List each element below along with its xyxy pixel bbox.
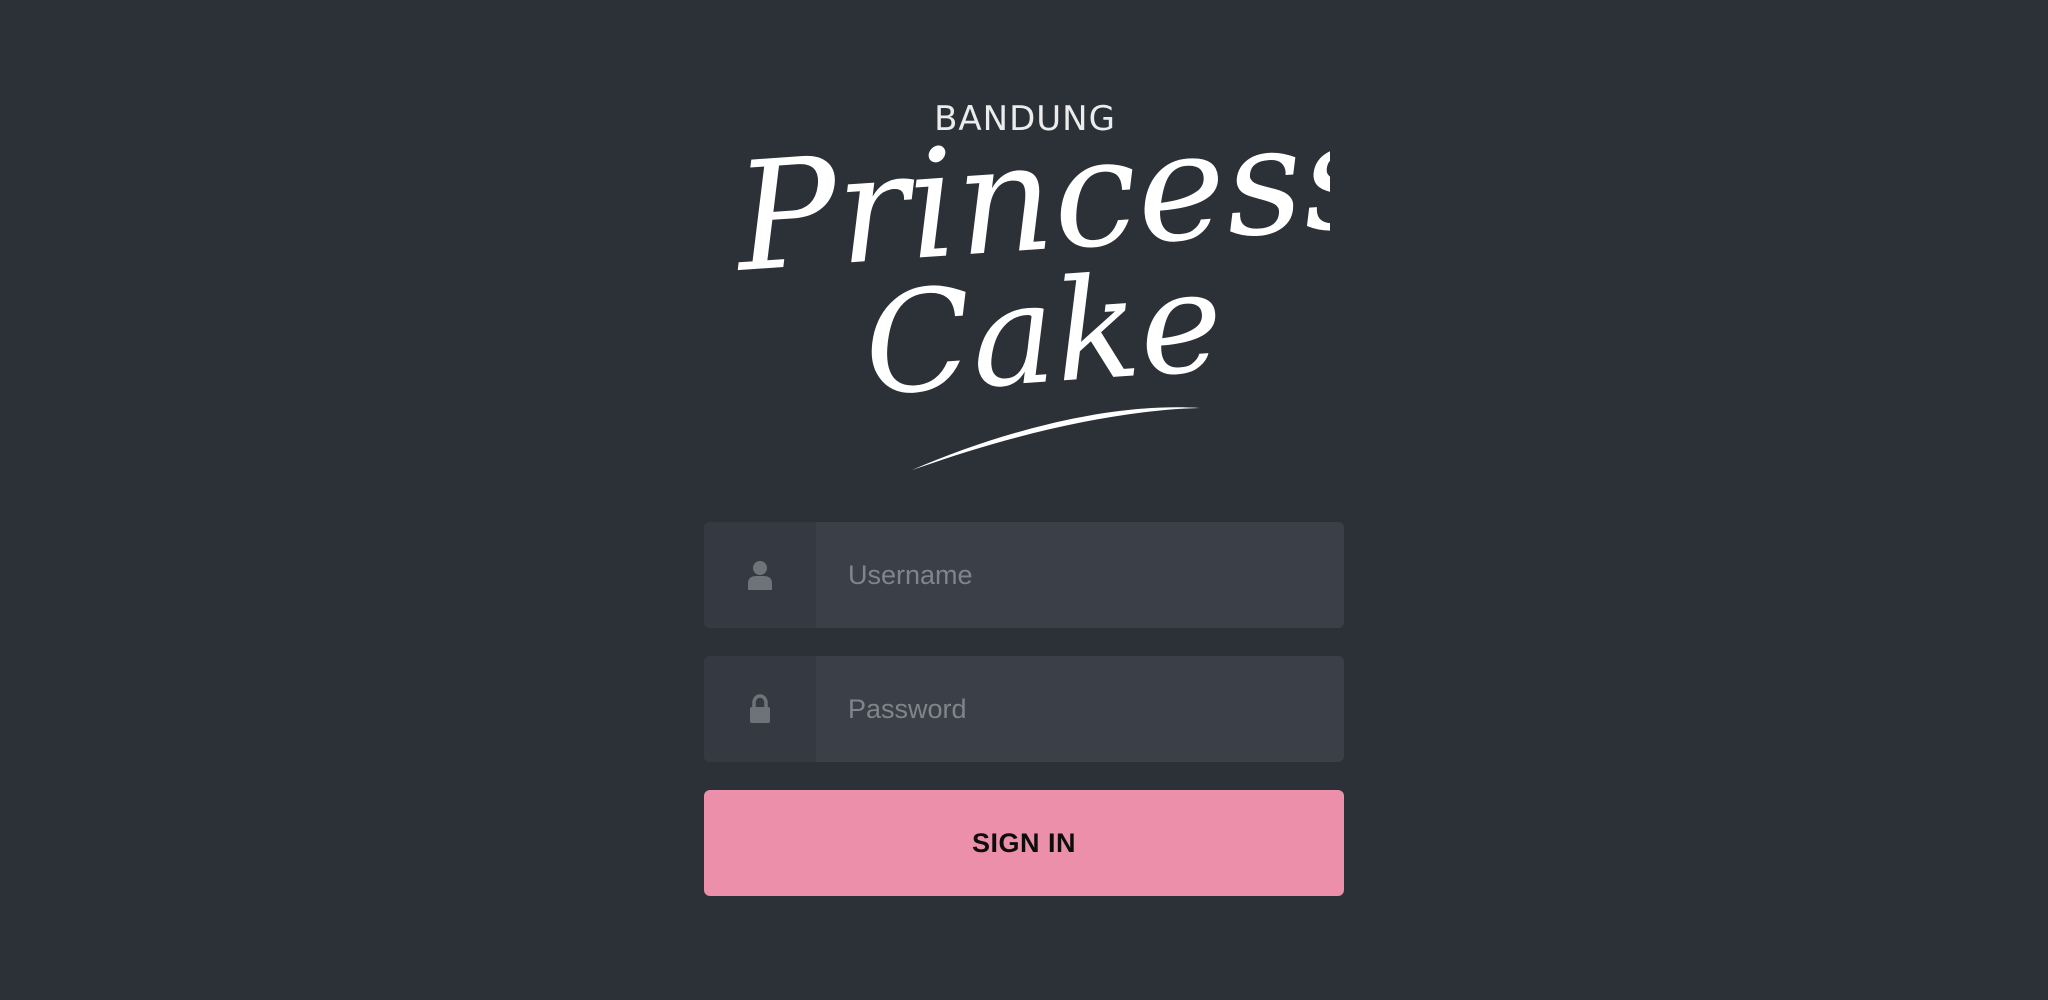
login-form: SIGN IN — [704, 522, 1344, 896]
sign-in-button[interactable]: SIGN IN — [704, 790, 1344, 896]
logo-script-line2: Cake — [859, 240, 1228, 428]
login-page: BANDUNG Princess Cake Username SIGN IN — [0, 0, 2048, 1000]
lock-icon — [750, 694, 770, 723]
username-field — [704, 522, 1344, 628]
password-input[interactable] — [816, 656, 1344, 762]
brand-logo-graphic: BANDUNG Princess Cake — [727, 92, 1330, 470]
password-field — [704, 656, 1344, 762]
password-icon-cell — [704, 656, 816, 762]
user-icon — [748, 561, 772, 590]
username-icon-cell — [704, 522, 816, 628]
username-input[interactable] — [816, 522, 1344, 628]
brand-logo: BANDUNG Princess Cake — [720, 92, 1330, 482]
